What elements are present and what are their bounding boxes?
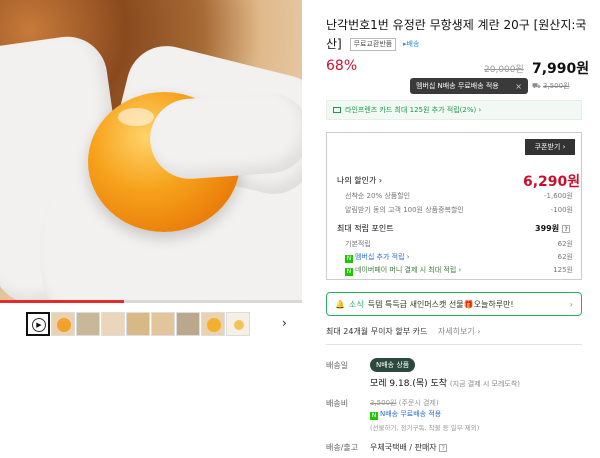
thumbnail-video[interactable]: ▶ <box>26 312 50 336</box>
point-row[interactable]: N 네이버페이 머니 결제 시 최대 적립 › 125원 <box>345 265 573 276</box>
card-icon <box>333 107 341 113</box>
discount-row: 선착순 20% 상품할인 -1,600원 <box>345 192 573 200</box>
card-promo-text: 라인프렌즈 카드 최대 125원 추가 적립(2%) › <box>345 106 482 114</box>
naverpay-icon: N <box>345 268 353 276</box>
thumbnail[interactable] <box>76 312 100 336</box>
point-row: 기본적립 62원 <box>345 240 573 248</box>
thumbnail[interactable] <box>151 312 175 336</box>
shipping-mini-price: ⛟ 3,500원 <box>532 82 570 90</box>
my-discount-label[interactable]: 나의 할인가 › <box>337 175 382 186</box>
sale-price: 7,990원 <box>532 61 590 77</box>
point-row[interactable]: N 멤버십 추가 적립 › 62원 <box>345 252 573 263</box>
delivery-badge: ▸배송 <box>403 40 420 48</box>
shipping-fee-original: 3,500원 (주문시 결제) <box>370 399 439 407</box>
chevron-right-icon[interactable]: › <box>282 316 287 330</box>
product-main-image[interactable] <box>0 0 302 302</box>
product-gallery: ▶ › <box>0 0 302 458</box>
shipping-fee-member: N N배송 무료배송 적용 <box>370 410 442 420</box>
arrival-date: 모레 9.18.(목) 도착 (지금 결제 시 모레도착) <box>370 379 521 389</box>
glove-thumb <box>147 90 302 182</box>
discount-rate: 68% <box>326 58 358 74</box>
play-icon: ▶ <box>32 318 46 332</box>
thumbnail[interactable] <box>226 312 250 336</box>
coupon-button[interactable]: 쿠폰받기 › <box>525 139 575 155</box>
original-price: 20,000원 <box>484 65 524 75</box>
help-icon[interactable]: ? <box>439 444 448 452</box>
shipping-fee-label: 배송비 <box>326 399 349 408</box>
help-icon[interactable]: ? <box>562 225 571 233</box>
thumbnail[interactable] <box>51 312 75 336</box>
carrier-label: 배송/출고 <box>326 443 359 452</box>
yolk-highlight <box>118 108 154 126</box>
installment-info: 최대 24개월 무이자 할부 카드 자세히보기 › <box>326 327 481 336</box>
thumbnail[interactable] <box>101 312 125 336</box>
thumbnail-strip: ▶ <box>26 312 250 336</box>
news-banner[interactable]: 🔔 소식 득템 특득급 새인머스캣 선물🎁오늘하루만! › <box>326 292 582 316</box>
max-point-value: 399원? <box>535 223 571 234</box>
tooltip-text: 멤버십 N배송 무료배송 적용 <box>416 82 499 90</box>
return-badge: 무료교환반품 <box>349 38 397 51</box>
thumbnail[interactable] <box>126 312 150 336</box>
product-title: 난각번호1번 유정란 무항생제 계란 20구 [원산지:국산] 무료교환반품 ▸… <box>326 16 588 54</box>
membership-icon: N <box>345 255 353 263</box>
gallery-progress <box>0 300 302 303</box>
thumbnail[interactable] <box>176 312 200 336</box>
bell-icon: 🔔 <box>335 299 345 309</box>
divider <box>326 344 582 345</box>
membership-icon: N <box>370 412 378 420</box>
my-discount-value: 6,290원 <box>523 174 581 190</box>
carrier-value: 우체국택배 / 판매자 ? <box>370 442 448 453</box>
benefit-box: 쿠폰받기 › 나의 할인가 › 6,290원 선착순 20% 상품할인 -1,60… <box>326 132 582 280</box>
gallery-progress-fill <box>0 300 124 303</box>
discount-row: 알림받기 동의 고객 100원 상품중복할인 -100원 <box>345 206 573 214</box>
shipping-fee-note: (선물하기, 정기구독, 착불 등 일부 제외) <box>370 424 480 432</box>
news-text: 득템 특득급 새인머스캣 선물🎁오늘하루만! <box>367 299 514 309</box>
card-promo-banner[interactable]: 라인프렌즈 카드 최대 125원 추가 적립(2%) › <box>326 100 582 120</box>
installment-more-link[interactable]: 자세히보기 › <box>438 327 481 336</box>
close-icon[interactable]: × <box>515 82 522 91</box>
max-point-label: 최대 적립 포인트 <box>337 224 394 233</box>
thumbnail[interactable] <box>201 312 225 336</box>
membership-tooltip: 멤버십 N배송 무료배송 적용 × <box>410 78 528 94</box>
chevron-right-icon: › <box>569 299 573 309</box>
n-delivery-badge: N배송 상품 <box>370 358 416 372</box>
news-tag: 소식 <box>348 299 364 309</box>
shipping-date-label: 배송일 <box>326 361 349 370</box>
